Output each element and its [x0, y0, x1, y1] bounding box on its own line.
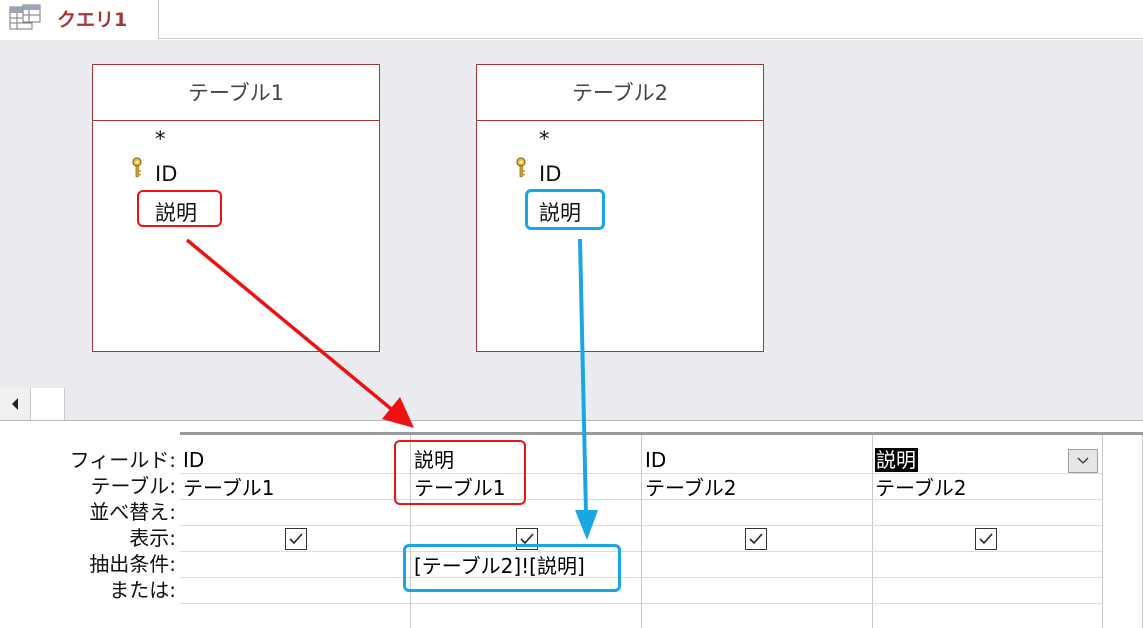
row-label-table: テーブル:: [90, 474, 176, 498]
show-cell: [642, 527, 872, 552]
field-value-selected: 説明: [875, 448, 918, 472]
sort-cell[interactable]: [872, 501, 1102, 526]
or-cell[interactable]: [180, 579, 410, 604]
sort-cell[interactable]: [180, 501, 410, 526]
annotation-box-table2-description: [525, 189, 605, 230]
design-pane-hscrollbar[interactable]: [0, 388, 1143, 420]
show-checkbox[interactable]: [975, 528, 997, 550]
table1-field-id[interactable]: ID: [155, 162, 177, 186]
table-cell[interactable]: テーブル1: [180, 475, 410, 500]
field-value: ID: [183, 448, 205, 472]
show-cell: [872, 527, 1102, 552]
or-cell[interactable]: [872, 579, 1102, 604]
table1-field-list[interactable]: テーブル1 * ID 説明: [92, 64, 380, 352]
show-cell: [180, 527, 410, 552]
table2-field-list[interactable]: テーブル2 * ID 説明: [476, 64, 764, 352]
field-value: ID: [645, 448, 667, 472]
field-cell[interactable]: ID: [180, 447, 410, 474]
table-cell[interactable]: テーブル2: [642, 475, 872, 500]
table-value: テーブル2: [645, 476, 737, 500]
table1-title[interactable]: テーブル1: [93, 65, 379, 121]
show-checkbox[interactable]: [285, 528, 307, 550]
primary-key-icon: [132, 157, 142, 177]
checkmark-icon: [749, 533, 763, 545]
row-label-field: フィールド:: [69, 448, 176, 472]
query-datasheet-icon: [9, 4, 41, 30]
table-value: テーブル2: [875, 476, 967, 500]
grid-column-1[interactable]: ID テーブル1: [180, 435, 411, 628]
criteria-cell[interactable]: [180, 553, 410, 578]
table2-field-id[interactable]: ID: [539, 162, 561, 186]
tab-underline: [158, 38, 1143, 39]
scroll-left-button[interactable]: [0, 388, 31, 420]
checkmark-icon: [289, 533, 303, 545]
grid-row-labels: フィールド: テーブル: 並べ替え: 表示: 抽出条件: または:: [0, 447, 178, 603]
table2-field-all[interactable]: *: [539, 127, 550, 151]
sort-cell[interactable]: [642, 501, 872, 526]
criteria-cell[interactable]: [642, 553, 872, 578]
table2-title[interactable]: テーブル2: [477, 65, 763, 121]
annotation-box-criteria: [403, 544, 621, 592]
tab-label: クエリ1: [57, 9, 128, 31]
table-value: テーブル1: [183, 476, 275, 500]
row-label-criteria: 抽出条件:: [89, 552, 176, 576]
scroll-thumb[interactable]: [31, 388, 65, 420]
annotation-box-table1-description: [137, 190, 222, 227]
table1-field-all[interactable]: *: [155, 127, 166, 151]
arrow-left-icon: [12, 398, 18, 410]
field-cell[interactable]: ID: [642, 447, 872, 474]
row-label-or: または:: [109, 578, 176, 602]
field-dropdown-button[interactable]: [1068, 449, 1098, 473]
query-tab[interactable]: クエリ1: [0, 0, 159, 39]
grid-column-3[interactable]: ID テーブル2: [642, 435, 873, 628]
query-design-grid: ID テーブル1 説明 テーブル1 [テーブル2]![説明] ID テーブル2: [180, 432, 1143, 628]
row-label-sort: 並べ替え:: [89, 500, 176, 524]
show-checkbox[interactable]: [745, 528, 767, 550]
primary-key-icon: [516, 157, 526, 177]
annotation-box-grid-field: [394, 440, 526, 505]
criteria-cell[interactable]: [872, 553, 1102, 578]
grid-column-4[interactable]: 説明 テーブル2: [872, 435, 1103, 628]
document-tab-bar: クエリ1: [0, 0, 1143, 40]
table-cell[interactable]: テーブル2: [872, 475, 1102, 500]
row-label-show: 表示:: [129, 526, 176, 550]
or-cell[interactable]: [642, 579, 872, 604]
chevron-down-icon: [1077, 457, 1089, 464]
checkmark-icon: [979, 533, 993, 545]
grid-column-5[interactable]: [1102, 435, 1143, 628]
